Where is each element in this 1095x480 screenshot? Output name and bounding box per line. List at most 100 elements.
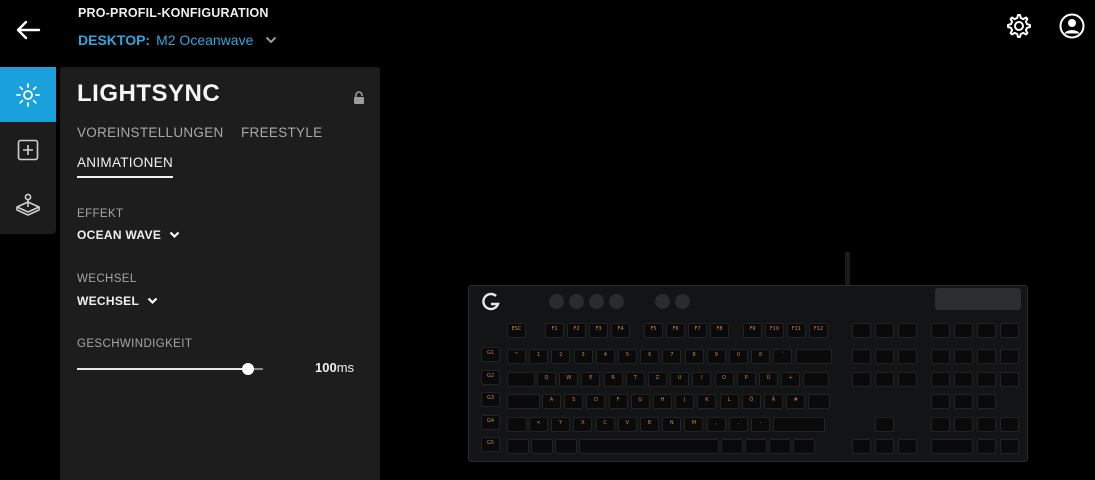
media-button: [655, 294, 670, 309]
keyboard-cable: [845, 252, 850, 286]
keyboard-key: I: [692, 372, 712, 387]
keyboard-key: C: [595, 417, 615, 432]
keyboard-key: [977, 372, 996, 387]
keyboard-key: [507, 417, 527, 432]
effect-label: EFFEKT: [77, 208, 124, 220]
change-dropdown[interactable]: WECHSEL: [77, 294, 158, 308]
keyboard-key: [875, 372, 894, 387]
page-title: PRO-PROFIL-KONFIGURATION: [78, 6, 269, 20]
keyboard-key: ß: [751, 349, 771, 364]
media-button: [675, 294, 690, 309]
keyboard-key: F9: [743, 323, 762, 338]
keyboard-key: [1000, 439, 1019, 454]
media-button: [589, 294, 604, 309]
keyboard-key: [954, 394, 973, 409]
keyboard-key: A: [542, 394, 561, 409]
keyboard-key: [977, 417, 996, 432]
keyboard-key: 3: [573, 349, 593, 364]
keyboard-key: [507, 439, 529, 454]
keyboard-key: [875, 417, 894, 432]
keyboard-key: F8: [710, 323, 729, 338]
keyboard-key: +: [781, 372, 801, 387]
keyboard-key: [954, 349, 973, 364]
keyboard-key: Ö: [741, 394, 761, 409]
keyboard-key: [531, 439, 553, 454]
keyboard-key: L: [719, 394, 739, 409]
profile-kind-label: DESKTOP:: [78, 32, 151, 48]
effect-dropdown[interactable]: OCEAN WAVE: [77, 228, 180, 242]
tab-freestyle[interactable]: FREESTYLE: [241, 125, 322, 140]
keyboard-key: F12: [809, 323, 828, 338]
keyboard-key: [954, 323, 973, 338]
keyboard-key: F3: [589, 323, 608, 338]
keyboard-key: [852, 349, 871, 364]
keyboard-key: -: [751, 417, 770, 432]
tab-presets[interactable]: VOREINSTELLUNGEN: [77, 125, 224, 140]
keyboard-key: G: [630, 394, 650, 409]
keyboard-key: [875, 439, 894, 454]
keyboard-key: [931, 439, 973, 454]
keyboard-key: <: [529, 417, 548, 432]
keyboard-key: M: [684, 417, 704, 432]
keyboard-key: V: [617, 417, 637, 432]
settings-button[interactable]: [1004, 12, 1032, 40]
keyboard-key: 6: [640, 349, 660, 364]
keyboard-key: 2: [551, 349, 571, 364]
chevron-down-icon: [169, 228, 180, 242]
keyboard-key: Ä: [764, 394, 783, 409]
keyboard-key: Ü: [759, 372, 778, 387]
slider-thumb[interactable]: [242, 363, 255, 375]
lightsync-nav-button[interactable]: [0, 67, 56, 122]
lock-icon[interactable]: [353, 91, 365, 110]
keyboard-key: E: [581, 372, 601, 387]
keyboard-key: B: [640, 417, 659, 432]
keyboard-key: G3: [481, 392, 500, 407]
assignments-nav-button[interactable]: [0, 122, 56, 177]
keyboard-key: [795, 349, 832, 364]
chevron-down-icon: [265, 36, 277, 44]
profile-dropdown[interactable]: DESKTOP: M2 Oceanwave: [78, 32, 277, 48]
keyboard-key: F: [608, 394, 628, 409]
keyboard-key: R: [603, 372, 623, 387]
keyboard-key: [852, 323, 871, 338]
keyboard-key: F11: [787, 323, 806, 338]
keyboard-key: 1: [529, 349, 549, 364]
keyboard-key: [808, 394, 831, 409]
keyboard-key: G4: [481, 415, 500, 430]
keyboard-key: [1000, 417, 1019, 432]
tab-animations[interactable]: ANIMATIONEN: [77, 155, 174, 178]
keyboard-key: [803, 372, 830, 387]
keyboard-key: ´: [773, 349, 793, 364]
keyboard-key: [793, 439, 815, 454]
media-button: [549, 294, 564, 309]
game-mode-nav-button[interactable]: [0, 177, 56, 232]
keyboard-key: F6: [666, 323, 685, 338]
keyboard-key: K: [697, 394, 717, 409]
keyboard-key: [555, 439, 577, 454]
keyboard-key: 9: [706, 349, 726, 364]
lightsync-panel: LIGHTSYNC VOREINSTELLUNGEN FREESTYLE ANI…: [60, 67, 380, 480]
keyboard-key: [898, 372, 917, 387]
keyboard-key: [745, 439, 767, 454]
speed-slider[interactable]: [77, 363, 263, 375]
game-mode-joystick-icon: [16, 193, 40, 216]
keyboard-key: G2: [481, 370, 500, 385]
keyboard-key: [977, 349, 996, 364]
keyboard-key: [721, 439, 743, 454]
keyboard-key: F7: [688, 323, 707, 338]
keyboard-key: Y: [551, 417, 571, 432]
change-label: WECHSEL: [77, 273, 137, 285]
keyboard-image[interactable]: G1 G2 G3 G4 G5 ESC F1 F2 F3 F4 F5 F6 F7 F8 F9 F10 F11 F12…: [468, 285, 1028, 462]
keyboard-key: [931, 323, 950, 338]
keyboard-key: [769, 439, 791, 454]
keyboard-key: ESC: [507, 323, 526, 338]
back-button[interactable]: [14, 18, 42, 42]
keyboard-key: .: [728, 417, 748, 432]
account-button[interactable]: [1058, 12, 1086, 40]
keyboard-key: [579, 439, 719, 454]
keyboard-key: S: [564, 394, 584, 409]
keyboard-key: 4: [595, 349, 615, 364]
keyboard-key: D: [586, 394, 606, 409]
keyboard-key: G1: [481, 347, 500, 362]
profile-name: M2 Oceanwave: [156, 32, 254, 48]
